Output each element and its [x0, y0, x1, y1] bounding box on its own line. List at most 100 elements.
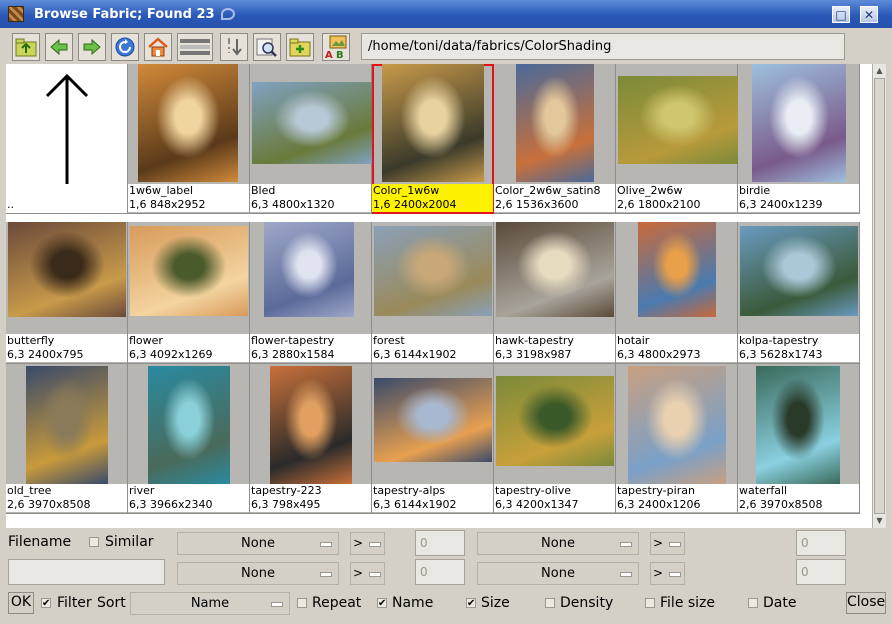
thumbnail-item[interactable]: butterfly 6,3 2400x795: [6, 222, 128, 364]
thumbnail-name: river: [129, 484, 155, 497]
sort-option-checkbox[interactable]: [645, 598, 655, 608]
thumbnail-caption: old_tree 2,6 3970x8508: [6, 484, 127, 512]
thumbnail-item[interactable]: tapestry-alps 6,3 6144x1902: [372, 364, 494, 514]
forward-button[interactable]: [78, 33, 106, 61]
scroll-down-icon[interactable]: ▼: [873, 514, 886, 527]
thumbnail-item[interactable]: 1w6w_label 1,6 848x2952: [128, 64, 250, 214]
comparator-combo-4[interactable]: >: [650, 562, 685, 585]
similar-checkbox[interactable]: [89, 537, 99, 547]
back-arrow-icon: [50, 38, 68, 56]
thumbnail-caption: Color_2w6w_satin8 2,6 1536x3600: [494, 184, 615, 212]
maximize-button[interactable]: □: [832, 6, 850, 23]
filter-checkbox[interactable]: [41, 598, 51, 608]
thumbnail-caption: waterfall 2,6 3970x8508: [738, 484, 859, 512]
vertical-scrollbar[interactable]: ▲ ▼: [872, 64, 886, 528]
fabric-thumbnail-image: [496, 376, 614, 466]
scroll-up-icon[interactable]: ▲: [873, 64, 886, 77]
thumbnail-caption: Olive_2w6w 2,6 1800x2100: [616, 184, 737, 212]
sort-combo-value: Name: [190, 596, 230, 611]
number-field-3[interactable]: 0: [415, 559, 465, 585]
filter-combo-3-value: None: [241, 566, 275, 581]
filename-input[interactable]: [8, 559, 165, 585]
filter-combo-2[interactable]: None: [477, 532, 639, 555]
similar-label: Similar: [105, 534, 154, 550]
view-list-icon: [180, 39, 210, 55]
path-input[interactable]: /home/toni/data/fabrics/ColorShading: [361, 33, 845, 60]
thumbnail-item[interactable]: forest 6,3 6144x1902: [372, 222, 494, 364]
thumbnail-item[interactable]: flower-tapestry 6,3 2880x1584: [250, 222, 372, 364]
ok-button[interactable]: OK: [8, 592, 34, 614]
comparator-combo-1[interactable]: >: [350, 532, 385, 555]
fabric-thumbnail-image: [252, 82, 372, 164]
sort-option-checkbox[interactable]: [297, 598, 307, 608]
thumbnail-item[interactable]: Olive_2w6w 2,6 1800x2100: [616, 64, 738, 214]
fabric-thumbnail-image: [26, 366, 108, 484]
sort-option-checkbox[interactable]: [748, 598, 758, 608]
view-list-button[interactable]: [177, 33, 213, 61]
thumbnail-item[interactable]: old_tree 2,6 3970x8508: [6, 364, 128, 514]
thumbnail-item[interactable]: tapestry-olive 6,3 4200x1347: [494, 364, 616, 514]
number-field-4[interactable]: 0: [796, 559, 846, 585]
folder-up-button[interactable]: [12, 33, 40, 61]
thumbnail-item[interactable]: Color_1w6w 1,6 2400x2004: [372, 64, 494, 214]
thumbnail-caption: tapestry-223 6,3 798x495: [250, 484, 371, 512]
thumbnail-info: 6,3 6144x1902: [373, 348, 457, 361]
thumbnail-item[interactable]: waterfall 2,6 3970x8508: [738, 364, 860, 514]
svg-text:B: B: [336, 50, 344, 59]
thumbnail-item[interactable]: Bled 6,3 4800x1320: [250, 64, 372, 214]
fabric-thumbnail-image: [638, 222, 716, 317]
filter-combo-4[interactable]: None: [477, 562, 639, 585]
thumbnail-item[interactable]: kolpa-tapestry 6,3 5628x1743: [738, 222, 860, 364]
thumbnail-item[interactable]: river 6,3 3966x2340: [128, 364, 250, 514]
title-bar[interactable]: Browse Fabric; Found 23 □ ✕: [0, 0, 892, 28]
thumbnail-item[interactable]: hawk-tapestry 6,3 3198x987: [494, 222, 616, 364]
sort-button[interactable]: [220, 33, 248, 61]
filter-combo-3[interactable]: None: [177, 562, 339, 585]
sort-option-checkbox[interactable]: [466, 598, 476, 608]
new-folder-button[interactable]: [286, 33, 314, 61]
number-field-1[interactable]: 0: [415, 530, 465, 556]
close-button[interactable]: Close: [846, 592, 886, 614]
sort-option-checkbox[interactable]: [377, 598, 387, 608]
thumbnail-name: [7, 184, 127, 198]
sort-option-label: File size: [660, 595, 716, 611]
rename-image-button[interactable]: AB: [322, 33, 350, 61]
thumbnail-caption: birdie 6,3 2400x1239: [738, 184, 859, 212]
comparator-combo-3[interactable]: >: [350, 562, 385, 585]
thumbnail-info: 6,3 5628x1743: [739, 348, 823, 361]
thumbnail-item[interactable]: hotair 6,3 4800x2973: [616, 222, 738, 364]
thumbnail-item[interactable]: Color_2w6w_satin8 2,6 1536x3600: [494, 64, 616, 214]
scrollbar-thumb[interactable]: [874, 78, 885, 514]
sort-option-label: Density: [560, 595, 614, 611]
thumbnail-item[interactable]: tapestry-piran 6,3 2400x1206: [616, 364, 738, 514]
close-window-button[interactable]: ✕: [860, 6, 878, 23]
parent-folder-item[interactable]: ..: [6, 64, 128, 214]
thumbnail-name: kolpa-tapestry: [739, 334, 819, 347]
back-button[interactable]: [45, 33, 73, 61]
thumbnail-info: 6,3 798x495: [251, 498, 321, 511]
thumbnail-info: 6,3 4800x1320: [251, 198, 335, 211]
thumbnail-item[interactable]: tapestry-223 6,3 798x495: [250, 364, 372, 514]
filter-combo-4-value: None: [541, 566, 575, 581]
thumbnail-item[interactable]: flower 6,3 4092x1269: [128, 222, 250, 364]
sort-combo[interactable]: Name: [130, 592, 290, 615]
sort-option-checkbox[interactable]: [545, 598, 555, 608]
thumbnail-grid[interactable]: .. 1w6w_label 1,6 848x2952 Bled 6,3 4800x132…: [6, 64, 872, 528]
fabric-thumbnail-image: [138, 64, 238, 182]
sort-option-label: Name: [392, 595, 434, 611]
comparator-combo-2[interactable]: >: [650, 532, 685, 555]
thumbnail-info: 1,6 848x2952: [129, 198, 206, 211]
preview-button[interactable]: [253, 33, 281, 61]
number-field-2[interactable]: 0: [796, 530, 846, 556]
fabric-thumbnail-image: [618, 76, 738, 164]
fabric-thumbnail-image: [516, 64, 594, 182]
thumbnail-info: 6,3 2880x1584: [251, 348, 335, 361]
folder-up-icon: [15, 38, 37, 57]
filter-combo-1[interactable]: None: [177, 532, 339, 555]
refresh-button[interactable]: [111, 33, 139, 61]
thumbnail-item[interactable]: birdie 6,3 2400x1239: [738, 64, 860, 214]
fabric-thumbnail-image: [382, 64, 484, 182]
image-rename-icon: AB: [325, 35, 347, 59]
home-button[interactable]: [144, 33, 172, 61]
thumbnail-name: tapestry-piran: [617, 484, 695, 497]
